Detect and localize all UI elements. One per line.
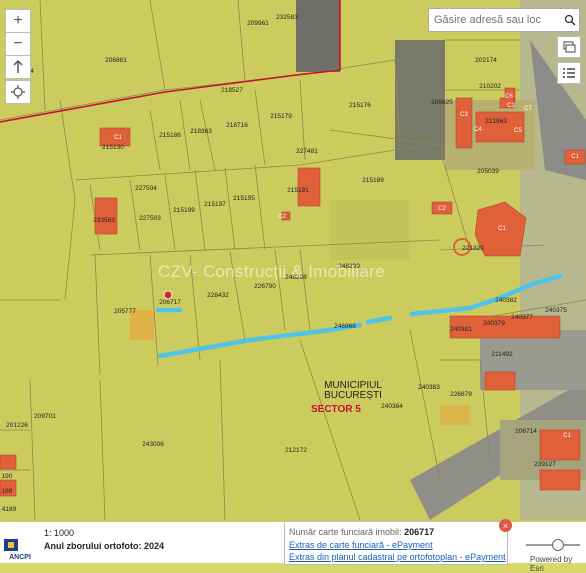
ortho-year-label: Anul zborului ortofoto: 2024	[44, 541, 164, 551]
map-label: 240379	[483, 320, 505, 327]
parcel-info-popup: Număr carte funciară imobil: 206717 Extr…	[284, 521, 508, 565]
parcel-number-label: Număr carte funciară imobil:	[289, 527, 402, 537]
layers-icon	[563, 41, 576, 53]
map-label: 227504	[135, 185, 157, 192]
map-label: 228432	[207, 292, 229, 299]
map-label: 206717	[159, 299, 181, 306]
map-label: 4189	[2, 506, 17, 513]
map-label: 210202	[479, 83, 501, 90]
map-label: 215199	[173, 207, 195, 214]
map-label: 206881	[105, 57, 127, 64]
land-book-extract-link[interactable]: Extras de carte funciară - ePayment	[289, 540, 433, 550]
map-label: 209961	[247, 20, 269, 27]
map-label: 240383	[418, 384, 440, 391]
map-label: 205039	[477, 168, 499, 175]
map-label: 246968	[334, 323, 356, 330]
map-label: 215189	[362, 177, 384, 184]
legend-list-icon	[563, 68, 575, 78]
zoom-out-button[interactable]: −	[5, 32, 31, 56]
powered-by-esri: Powered by Esri	[530, 555, 573, 573]
map-label: 240381	[450, 326, 472, 333]
map-label: 240375	[545, 307, 567, 314]
map-label: 218527	[221, 87, 243, 94]
map-label: 209701	[34, 413, 56, 420]
map-label: 215130	[102, 144, 124, 151]
map-label: 232583	[276, 14, 298, 21]
opacity-slider[interactable]	[526, 539, 580, 551]
map-label: 221963	[485, 118, 507, 125]
map-label: 190	[2, 473, 13, 480]
map-label: 221329	[462, 245, 484, 252]
map-label: 233583	[93, 217, 115, 224]
search-input[interactable]	[432, 13, 560, 27]
north-arrow-icon	[13, 60, 23, 73]
parcel-number-line: Număr carte funciară imobil: 206717	[289, 527, 434, 537]
map-label: 215176	[349, 102, 371, 109]
map-label: C4	[474, 127, 482, 133]
slider-knob[interactable]	[552, 539, 564, 551]
map-label: C1	[507, 103, 515, 109]
legend-button[interactable]	[557, 62, 581, 84]
map-label: 226790	[254, 283, 276, 290]
map-label: C5	[514, 128, 522, 134]
map-label: C1	[571, 154, 579, 160]
map-label: C2	[438, 206, 446, 212]
map-label: 215191	[287, 187, 309, 194]
map-label: 215197	[204, 201, 226, 208]
map-label: 218363	[190, 128, 212, 135]
map-label: C6	[505, 94, 513, 100]
cadastral-plan-extract-link[interactable]: Extras din planul cadastral pe ortofotop…	[289, 552, 506, 562]
map-label: 212172	[285, 447, 307, 454]
map-label: 215195	[233, 195, 255, 202]
map-label: C7	[524, 106, 532, 112]
search-icon	[564, 14, 575, 26]
municipality-label: MUNICIPIUL BUCUREȘTI	[298, 381, 408, 401]
watermark-text: CZV- Construcții & Imobiliare	[158, 262, 385, 281]
map-label: 227503	[139, 215, 161, 222]
map-label: 226879	[450, 391, 472, 398]
map-label: 206714	[515, 428, 537, 435]
locate-icon	[11, 85, 25, 99]
map-label: 209625	[431, 99, 453, 106]
municipality-line2: BUCUREȘTI	[324, 390, 382, 401]
map-label: C1	[563, 433, 571, 439]
map-label: 227481	[296, 148, 318, 155]
map-label: C1	[498, 226, 506, 232]
map-label: C1	[114, 135, 122, 141]
map-label: C3	[460, 112, 468, 118]
locate-button[interactable]	[5, 80, 31, 104]
map-label: 201226	[6, 422, 28, 429]
map-label: 202174	[475, 57, 497, 64]
layers-button[interactable]	[557, 36, 581, 58]
sector-label: SECTOR 5	[311, 404, 361, 415]
map-label: 215179	[270, 113, 292, 120]
map-label: 205777	[114, 308, 136, 315]
map-label: 239127	[534, 461, 556, 468]
north-button[interactable]	[5, 55, 31, 79]
map-label: 243006	[142, 441, 164, 448]
search-button[interactable]	[560, 10, 579, 30]
map-label: C2	[278, 214, 286, 220]
map-label: 211492	[491, 351, 513, 358]
map-label: 240377	[511, 314, 533, 321]
parcel-number-value: 206717	[404, 527, 435, 537]
map-label: 240382	[495, 297, 517, 304]
search-box	[428, 8, 580, 32]
scale-label: 1: 1000	[44, 528, 75, 538]
zoom-in-button[interactable]: +	[5, 9, 31, 33]
map-label: 189	[2, 488, 13, 495]
map-label: 215186	[159, 132, 181, 139]
ancpi-logo-text: ANCPI	[9, 554, 31, 561]
map-label: 218716	[226, 122, 248, 129]
close-icon[interactable]: ×	[499, 519, 512, 532]
ancpi-logo: ANCPI	[4, 539, 31, 561]
map-label: 240384	[381, 403, 403, 410]
